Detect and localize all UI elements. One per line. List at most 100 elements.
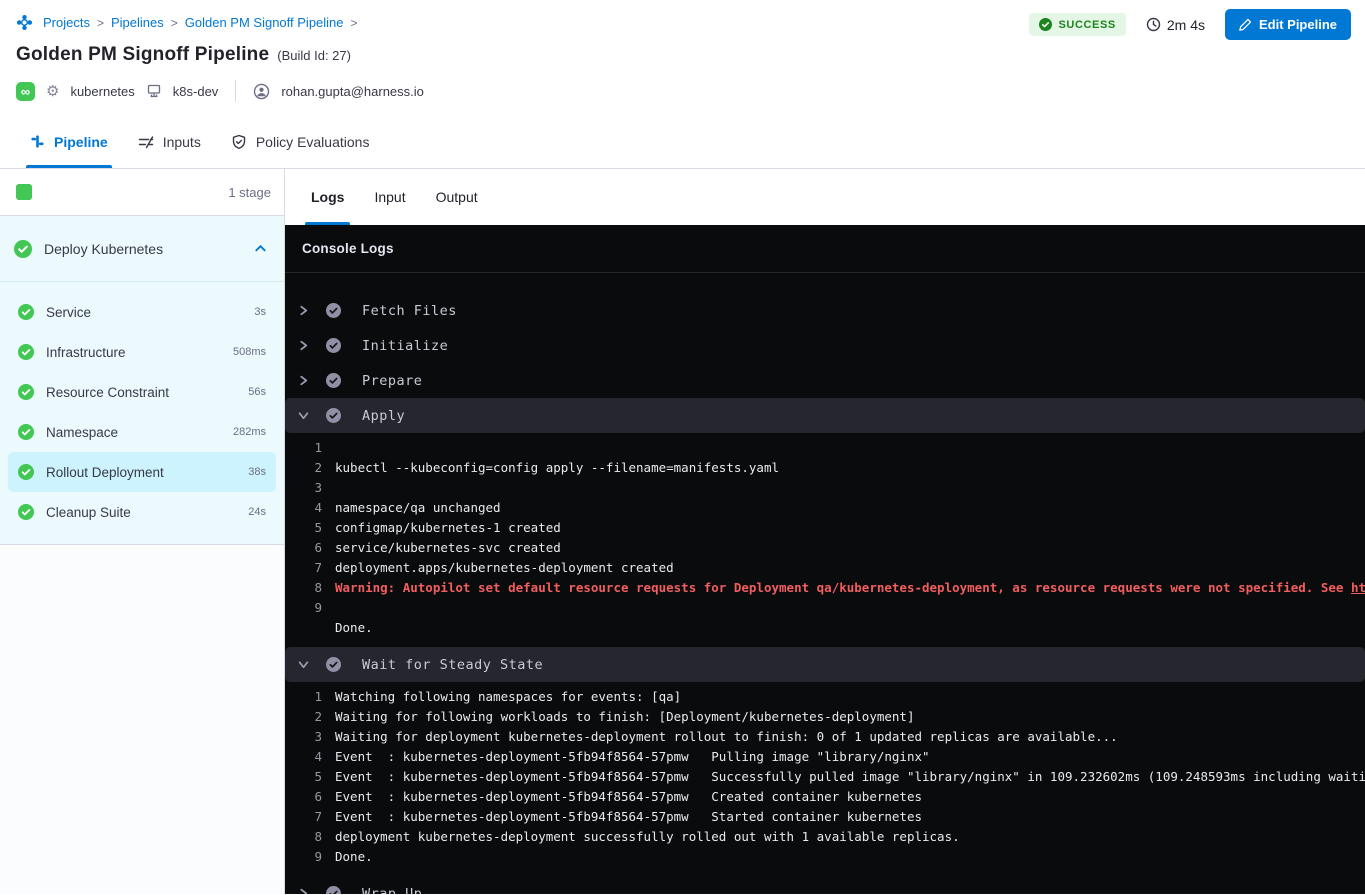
log-line-text: deployment.apps/kubernetes-deployment cr… — [335, 558, 674, 578]
log-line: 5 Event : kubernetes-deployment-5fb94f856… — [285, 767, 1365, 787]
main-tabs: Pipeline Inputs Policy Evaluations — [0, 115, 1365, 169]
success-icon — [326, 303, 341, 318]
log-block-wait-for-steady-state: 1Watching following namespaces for event… — [285, 682, 1365, 876]
success-icon — [18, 304, 34, 320]
step-name: Service — [46, 305, 91, 320]
step-row-resource-constraint[interactable]: Resource Constraint56s — [8, 372, 276, 412]
step-row-namespace[interactable]: Namespace 282ms — [8, 412, 276, 452]
status-badge: SUCCESS — [1029, 13, 1125, 36]
stage-count: 1 stage — [228, 185, 271, 200]
log-section-wait-for-steady-state[interactable]: Wait for Steady State — [285, 647, 1365, 682]
log-line: 3Waiting for deployment kubernetes-deplo… — [285, 727, 1365, 747]
pipeline-icon — [30, 134, 45, 149]
breadcrumb-link-pipelines[interactable]: Pipelines — [111, 15, 164, 30]
success-icon — [326, 657, 341, 672]
step-row-rollout-deployment[interactable]: Rollout Deployment38s — [8, 452, 276, 492]
log-block-apply: 12kubectl --kubeconfig=config apply --fi… — [285, 433, 1365, 647]
log-line-text: Done. — [335, 618, 373, 638]
chevron-down-icon — [298, 659, 309, 670]
log-line-number: 9 — [285, 598, 322, 618]
log-line: 6service/kubernetes-svc created — [285, 538, 1365, 558]
step-row-service[interactable]: Service 3s — [8, 292, 276, 332]
chevron-right-icon — [298, 340, 309, 351]
log-line: 7Event : kubernetes-deployment-5fb94f856… — [285, 807, 1365, 827]
log-line-text: Event : kubernetes-deployment-5fb94f8564… — [335, 807, 922, 827]
cd-infinity-badge-icon: ∞ — [16, 82, 35, 101]
step-name: Resource Constraint — [46, 385, 169, 400]
stage-header-deploy-kubernetes[interactable]: Deploy Kubernetes — [0, 216, 284, 282]
log-line: 4 Event : kubernetes-deployment-5fb94f856… — [285, 747, 1365, 767]
title-row: Golden PM Signoff Pipeline (Build Id: 27… — [16, 44, 1341, 66]
step-duration: 282ms — [233, 426, 266, 438]
log-line-number: 2 — [285, 458, 322, 478]
log-line-number: 4 — [285, 747, 322, 767]
success-icon — [326, 408, 341, 423]
log-line-number: 3 — [285, 727, 322, 747]
breadcrumb-separator: > — [171, 16, 178, 30]
tab-input-label: Input — [374, 189, 405, 205]
step-duration: 508ms — [233, 346, 266, 358]
harness-logo-icon — [16, 14, 33, 31]
log-line-number: 5 — [285, 767, 322, 787]
warning-link[interactable]: http://g — [1351, 578, 1365, 598]
duration-label: 2m 4s — [1167, 17, 1205, 33]
log-line: 6Event : kubernetes-deployment-5fb94f856… — [285, 787, 1365, 807]
step-row-cleanup-suite[interactable]: Cleanup Suite24s — [8, 492, 276, 532]
log-line: 2kubectl --kubeconfig=config apply --fil… — [285, 458, 1365, 478]
log-line-text: Event : kubernetes-deployment-5fb94f8564… — [335, 787, 922, 807]
page-header: Projects>Pipelines>Golden PM Signoff Pip… — [0, 0, 1365, 115]
log-section-prepare[interactable]: Prepare — [285, 363, 1365, 398]
log-line-number: 2 — [285, 707, 322, 727]
log-content[interactable]: Fetch FilesInitializePrepareApply12kubec… — [285, 273, 1365, 894]
log-line-text: deployment kubernetes-deployment success… — [335, 827, 960, 847]
log-line: 9 — [285, 598, 1365, 618]
log-line-text: Event : kubernetes-deployment-5fb94f8564… — [335, 747, 930, 767]
log-section-fetch-files[interactable]: Fetch Files — [285, 293, 1365, 328]
log-line: 2Waiting for following workloads to fini… — [285, 707, 1365, 727]
clock-icon — [1146, 17, 1161, 32]
tab-policy-evaluations[interactable]: Policy Evaluations — [231, 115, 370, 168]
log-line-text: Warning: Autopilot set default resource … — [335, 578, 1351, 598]
success-icon — [14, 240, 32, 258]
log-section-apply[interactable]: Apply — [285, 398, 1365, 433]
log-section-wrap-up[interactable]: Wrap Up — [285, 876, 1365, 894]
log-line-text: Done. — [335, 847, 373, 867]
tab-output[interactable]: Output — [436, 169, 478, 225]
log-line: 9Done. — [285, 847, 1365, 867]
step-duration: 3s — [254, 306, 266, 318]
log-line-number: 1 — [285, 687, 322, 707]
tab-pipeline[interactable]: Pipeline — [30, 115, 108, 168]
breadcrumb-link-projects[interactable]: Projects — [43, 15, 90, 30]
step-list: Service3sInfrastructure508msResource Con… — [0, 282, 284, 544]
user-icon — [253, 83, 270, 100]
tab-logs[interactable]: Logs — [311, 169, 344, 225]
tab-input[interactable]: Input — [374, 169, 405, 225]
success-icon — [18, 384, 34, 400]
environment-label: k8s-dev — [173, 84, 219, 99]
step-row-infrastructure[interactable]: Infrastructure508ms — [8, 332, 276, 372]
chevron-right-icon — [298, 375, 309, 386]
stage-status-square-icon — [16, 184, 32, 200]
check-circle-icon — [1039, 18, 1052, 31]
log-line-text: configmap/kubernetes-1 created — [335, 518, 561, 538]
success-icon — [326, 886, 341, 894]
log-line-text: Event : kubernetes-deployment-5fb94f8564… — [335, 767, 1365, 787]
details-tabs: Logs Input Output — [285, 169, 1365, 225]
details-panel: Logs Input Output Console Logs Fetch Fil… — [285, 169, 1365, 894]
inputs-icon — [138, 134, 154, 150]
duration: 2m 4s — [1146, 17, 1205, 33]
pipeline-meta: ∞ ⚙ kubernetes k8s-dev rohan.gupta@harne… — [16, 80, 1341, 102]
tab-output-label: Output — [436, 189, 478, 205]
log-line-number: 4 — [285, 498, 322, 518]
tab-inputs[interactable]: Inputs — [138, 115, 201, 168]
log-section-initialize[interactable]: Initialize — [285, 328, 1365, 363]
step-name: Namespace — [46, 425, 118, 440]
step-duration: 24s — [248, 506, 266, 518]
breadcrumb-link-golden-pm-signoff-pipeline[interactable]: Golden PM Signoff Pipeline — [185, 15, 344, 30]
stage-panel: Deploy Kubernetes Service 3s Infrastructur… — [0, 216, 284, 545]
edit-pipeline-button[interactable]: Edit Pipeline — [1225, 9, 1351, 40]
chevron-up-icon — [253, 241, 268, 256]
log-line: 4namespace/qa unchanged — [285, 498, 1365, 518]
log-line-number: 8 — [285, 827, 322, 847]
success-icon — [326, 338, 341, 353]
